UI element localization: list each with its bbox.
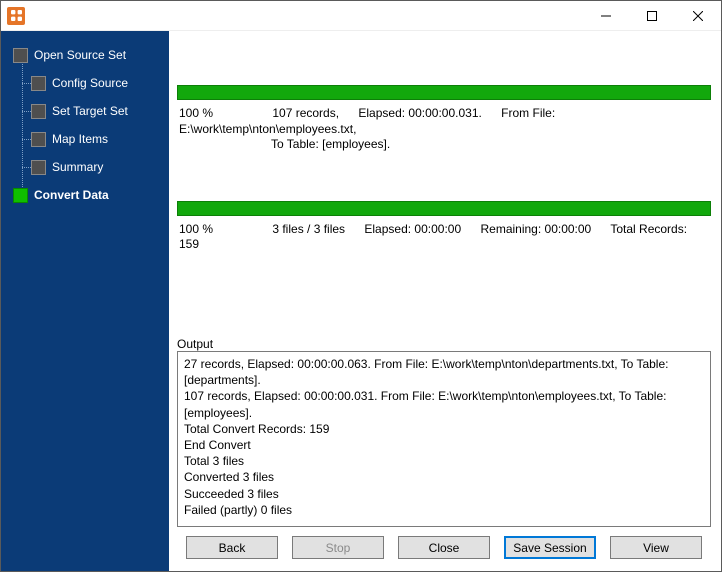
titlebar	[1, 1, 721, 31]
step-label: Config Source	[52, 76, 128, 90]
step-open-source-set[interactable]: Open Source Set	[1, 41, 169, 69]
file-progress-bar	[177, 85, 711, 100]
step-convert-data[interactable]: Convert Data	[1, 181, 169, 209]
file-percent: 100 %	[179, 106, 269, 122]
minimize-button[interactable]	[583, 1, 629, 31]
close-button[interactable]: Close	[398, 536, 490, 559]
stop-button: Stop	[292, 536, 384, 559]
save-session-button[interactable]: Save Session	[504, 536, 596, 559]
file-to: To Table: [employees].	[271, 137, 711, 153]
output-line: Failed (partly) 0 files	[184, 502, 704, 518]
close-window-button[interactable]	[675, 1, 721, 31]
button-row: Back Stop Close Save Session View	[177, 527, 711, 563]
output-line: Succeeded 3 files	[184, 486, 704, 502]
step-map-items[interactable]: Map Items	[1, 125, 169, 153]
overall-remaining: Remaining: 00:00:00	[480, 222, 591, 236]
app-window: Open Source Set Config Source Set Target…	[0, 0, 722, 572]
step-box-icon	[31, 104, 46, 119]
step-box-icon	[31, 76, 46, 91]
output-line: Converted 3 files	[184, 469, 704, 485]
view-button[interactable]: View	[610, 536, 702, 559]
step-box-icon	[31, 160, 46, 175]
file-progress-block: 100 % 107 records, Elapsed: 00:00:00.031…	[177, 85, 711, 153]
main-panel: 100 % 107 records, Elapsed: 00:00:00.031…	[169, 31, 721, 571]
wizard-sidebar: Open Source Set Config Source Set Target…	[1, 31, 169, 571]
back-button[interactable]: Back	[186, 536, 278, 559]
file-progress-stats: 100 % 107 records, Elapsed: 00:00:00.031…	[177, 106, 711, 153]
step-label: Convert Data	[34, 188, 109, 202]
step-label: Summary	[52, 160, 103, 174]
output-line: 27 records, Elapsed: 00:00:00.063. From …	[184, 356, 704, 388]
output-log[interactable]: 27 records, Elapsed: 00:00:00.063. From …	[177, 351, 711, 527]
maximize-button[interactable]	[629, 1, 675, 31]
output-label: Output	[177, 337, 711, 351]
file-elapsed: Elapsed: 00:00:00.031.	[358, 106, 481, 120]
output-line: 107 records, Elapsed: 00:00:00.031. From…	[184, 388, 704, 420]
step-set-target-set[interactable]: Set Target Set	[1, 97, 169, 125]
output-line: End Convert	[184, 437, 704, 453]
step-label: Map Items	[52, 132, 108, 146]
overall-progress-bar	[177, 201, 711, 216]
overall-progress-block: 100 % 3 files / 3 files Elapsed: 00:00:0…	[177, 201, 711, 253]
output-line: Total 3 files	[184, 453, 704, 469]
wizard-step-tree: Open Source Set Config Source Set Target…	[1, 41, 169, 209]
progress-area: 100 % 107 records, Elapsed: 00:00:00.031…	[177, 39, 711, 301]
app-icon	[7, 7, 25, 25]
step-box-icon	[13, 48, 28, 63]
step-label: Set Target Set	[52, 104, 128, 118]
step-summary[interactable]: Summary	[1, 153, 169, 181]
output-line: Total Convert Records: 159	[184, 421, 704, 437]
step-box-icon	[13, 188, 28, 203]
overall-percent: 100 %	[179, 222, 269, 238]
step-label: Open Source Set	[34, 48, 126, 62]
overall-elapsed: Elapsed: 00:00:00	[364, 222, 461, 236]
step-config-source[interactable]: Config Source	[1, 69, 169, 97]
step-box-icon	[31, 132, 46, 147]
file-records: 107 records,	[272, 106, 339, 120]
overall-progress-stats: 100 % 3 files / 3 files Elapsed: 00:00:0…	[177, 222, 711, 253]
overall-files: 3 files / 3 files	[272, 222, 345, 236]
